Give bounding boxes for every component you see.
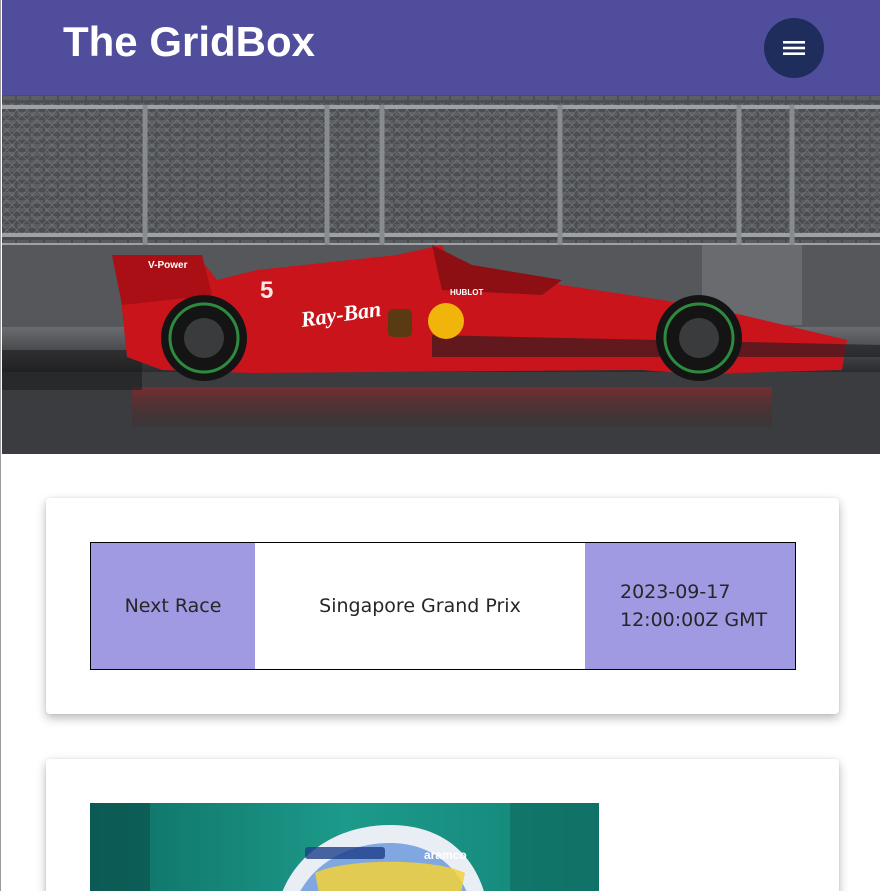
navbar: The GridBox (2, 0, 880, 95)
svg-text:HUBLOT: HUBLOT (450, 288, 483, 297)
next-race-card: Next Race Singapore Grand Prix 2023-09-1… (46, 498, 839, 714)
race-name-cell: Singapore Grand Prix (255, 543, 585, 669)
svg-text:aramco: aramco (424, 848, 467, 862)
next-race-table: Next Race Singapore Grand Prix 2023-09-1… (90, 542, 796, 670)
race-time: 12:00:00Z GMT (620, 609, 768, 631)
svg-text:V-Power: V-Power (148, 260, 188, 271)
next-race-label-cell: Next Race (91, 543, 255, 669)
driver-card: aramco (46, 759, 839, 891)
hero-image: 5 Ray-Ban V-Power HUBLOT (2, 95, 880, 454)
next-race-label: Next Race (124, 595, 222, 617)
race-date: 2023-09-17 (620, 581, 731, 603)
race-datetime-cell: 2023-09-17 12:00:00Z GMT (585, 543, 795, 669)
hamburger-menu-icon (783, 41, 805, 55)
race-name: Singapore Grand Prix (319, 595, 521, 617)
driver-helmet-image: aramco (90, 803, 599, 891)
svg-text:5: 5 (260, 277, 273, 304)
menu-button[interactable] (764, 18, 824, 78)
site-title[interactable]: The GridBox (63, 16, 315, 68)
